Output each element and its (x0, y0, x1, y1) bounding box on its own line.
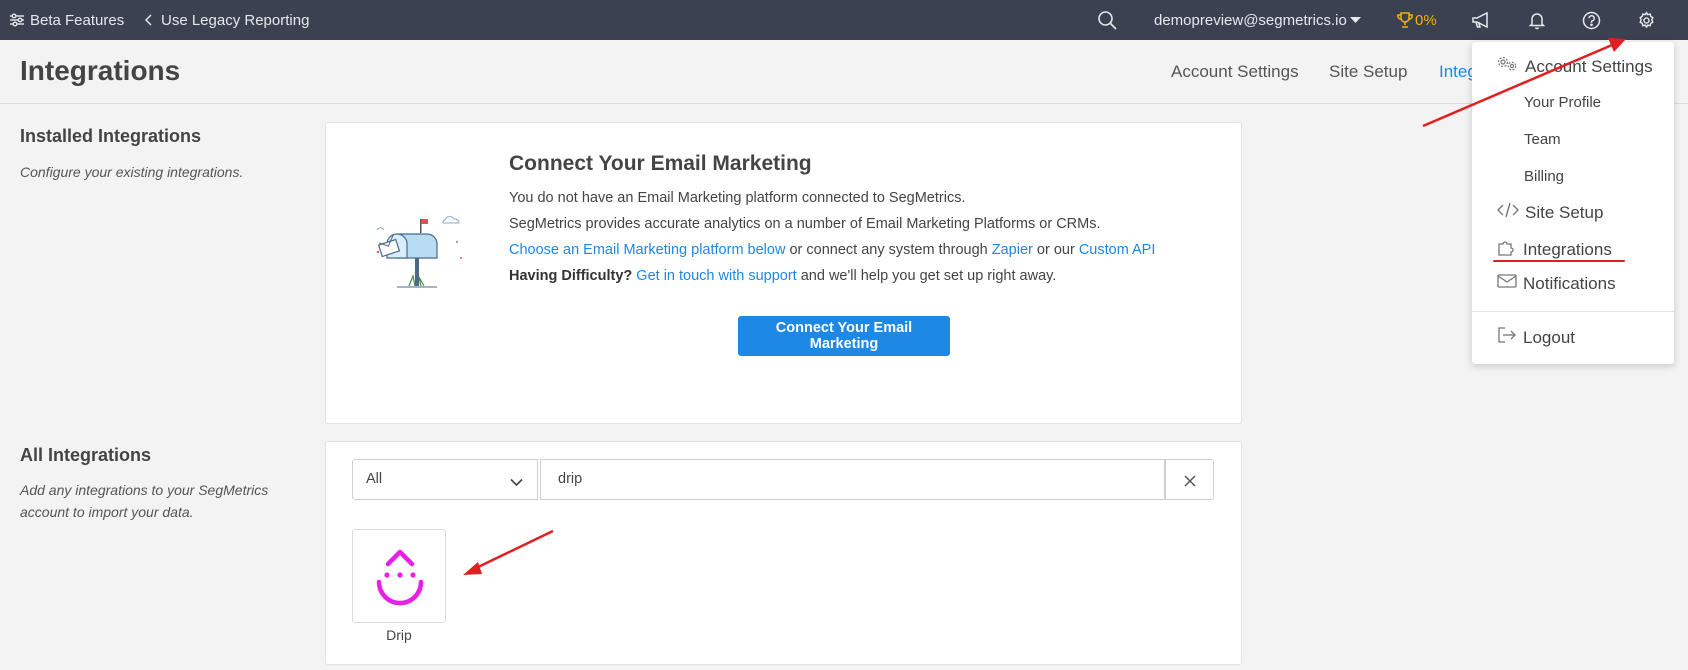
choose-platform-link[interactable]: Choose an Email Marketing platform below (509, 242, 785, 258)
user-email: demopreview@segmetrics.io (1154, 11, 1347, 29)
progress-percent: 0% (1415, 11, 1437, 29)
top-bar: Beta Features Use Legacy Reporting demop… (0, 0, 1688, 40)
menu-item-account-settings[interactable]: Account Settings (1497, 56, 1653, 77)
user-menu[interactable]: demopreview@segmetrics.io (1154, 0, 1361, 40)
tab-site-setup[interactable]: Site Setup (1329, 62, 1407, 82)
or-our-text: or our (1032, 242, 1079, 258)
tab-account-settings[interactable]: Account Settings (1171, 62, 1299, 82)
category-select-value: All (366, 471, 383, 487)
menu-item-label: Logout (1523, 327, 1575, 347)
page-title: Integrations (20, 55, 181, 86)
connect-email-marketing-button[interactable]: Connect Your Email Marketing (738, 316, 950, 356)
category-select[interactable]: All (352, 459, 538, 500)
puzzle-icon (1497, 238, 1517, 261)
legacy-reporting-label: Use Legacy Reporting (161, 11, 310, 29)
legacy-reporting-link[interactable]: Use Legacy Reporting (145, 0, 309, 40)
search-icon[interactable] (1097, 0, 1117, 40)
menu-item-label: Integrations (1523, 239, 1612, 259)
trophy-icon (1396, 11, 1414, 29)
logout-icon (1497, 327, 1517, 348)
sliders-icon (9, 12, 25, 28)
code-icon (1497, 202, 1519, 223)
drip-logo-icon (375, 546, 425, 613)
settings-dropdown-menu: Account Settings Your Profile Team Billi… (1472, 42, 1674, 364)
menu-item-your-profile[interactable]: Your Profile (1524, 94, 1601, 111)
mailbox-illustration (375, 212, 470, 292)
menu-item-label: Account Settings (1525, 56, 1653, 76)
menu-item-label: Notifications (1523, 273, 1616, 293)
connect-text: or connect any system through (785, 242, 992, 258)
menu-item-site-setup[interactable]: Site Setup (1497, 202, 1603, 223)
support-link[interactable]: Get in touch with support (636, 268, 796, 284)
page-header: Integrations Account Settings Site Setup… (0, 40, 1688, 104)
bell-icon[interactable] (1528, 0, 1546, 40)
menu-item-label: Site Setup (1525, 202, 1604, 222)
custom-api-link[interactable]: Custom API (1079, 242, 1156, 258)
search-input-value: drip (558, 471, 583, 487)
installed-integrations-description: Configure your existing integrations. (20, 164, 244, 180)
clear-search-button[interactable] (1165, 459, 1214, 500)
support-text: and we'll help you get set up right away… (796, 268, 1057, 284)
close-icon (1184, 474, 1196, 492)
all-integrations-description: Add any integrations to your SegMetrics … (20, 482, 269, 520)
help-icon[interactable] (1582, 0, 1601, 40)
integration-tile-label: Drip (386, 627, 412, 643)
chevron-down-icon (510, 474, 523, 492)
gears-icon (1497, 56, 1519, 77)
gear-icon[interactable] (1637, 0, 1656, 40)
beta-features-link[interactable]: Beta Features (9, 0, 124, 40)
connect-card-heading: Connect Your Email Marketing (509, 152, 812, 175)
progress-trophy[interactable]: 0% (1396, 0, 1437, 40)
menu-item-notifications[interactable]: Notifications (1497, 273, 1616, 294)
chevron-left-icon (145, 14, 153, 26)
beta-features-label: Beta Features (30, 11, 125, 29)
menu-item-billing[interactable]: Billing (1524, 168, 1564, 185)
caret-down-icon (1349, 16, 1361, 24)
all-integrations-title: All Integrations (20, 445, 152, 465)
menu-divider (1472, 311, 1674, 312)
connect-card-line-3: Choose an Email Marketing platform below… (509, 242, 1155, 258)
integration-tile-drip[interactable] (352, 529, 446, 623)
zapier-link[interactable]: Zapier (992, 242, 1033, 258)
connect-card-line-4: Having Difficulty? Get in touch with sup… (509, 268, 1056, 284)
megaphone-icon[interactable] (1471, 0, 1491, 40)
connect-card-line-2: SegMetrics provides accurate analytics o… (509, 216, 1101, 232)
menu-item-logout[interactable]: Logout (1497, 327, 1575, 348)
menu-item-team[interactable]: Team (1524, 131, 1561, 148)
having-difficulty-label: Having Difficulty? (509, 268, 633, 284)
integration-search-input[interactable]: drip (540, 459, 1165, 500)
envelope-icon (1497, 273, 1517, 294)
menu-item-integrations[interactable]: Integrations (1497, 238, 1612, 261)
installed-integrations-title: Installed Integrations (20, 126, 202, 146)
connect-card-line-1: You do not have an Email Marketing platf… (509, 190, 966, 206)
integrations-underline-annotation (1493, 260, 1625, 262)
